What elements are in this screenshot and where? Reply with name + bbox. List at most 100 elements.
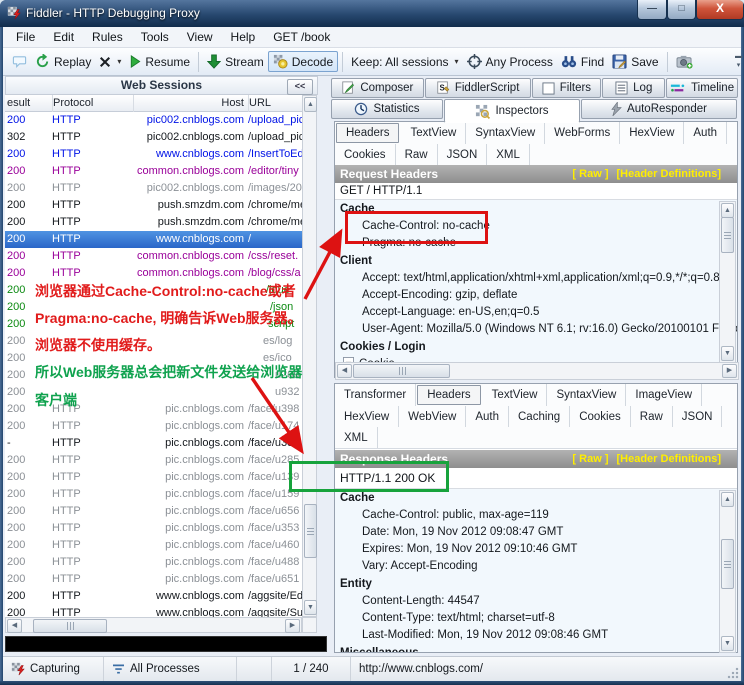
header-item[interactable]: Accept-Language: en-US,en;q=0.5	[335, 304, 737, 321]
remove-sessions-button[interactable]: ▾	[95, 54, 125, 70]
table-row[interactable]: 200HTTPpic.cnblogs.com/face/u651	[5, 571, 302, 588]
scroll-left-arrow[interactable]: ◀	[337, 364, 352, 378]
table-row[interactable]: 200HTTPwww.cnblogs.com/aggsite/Su	[5, 605, 302, 617]
header-definitions-link[interactable]: [Header Definitions]	[616, 453, 721, 465]
response-tab-transformer[interactable]: Transformer	[335, 384, 416, 406]
header-item[interactable]: User-Agent: Mozilla/5.0 (Windows NT 6.1;…	[335, 321, 737, 338]
process-filter[interactable]: All Processes	[104, 657, 237, 681]
request-tab-headers[interactable]: Headers	[336, 123, 399, 143]
column-host[interactable]: Host	[132, 95, 249, 112]
table-row[interactable]: 200HTTPpic.cnblogs.com/face/u460	[5, 537, 302, 554]
table-row[interactable]: 200HTTPcommon.cnblogs.com/blog/css/a	[5, 265, 302, 282]
request-hscrollbar[interactable]: ◀ ▶	[335, 362, 739, 380]
menu-help[interactable]: Help	[222, 28, 265, 46]
response-tab-xml[interactable]: XML	[335, 427, 378, 448]
header-item[interactable]: Accept-Encoding: gzip, deflate	[335, 287, 737, 304]
table-row[interactable]: 200HTTPpic.cnblogs.com/face/u285	[5, 452, 302, 469]
scroll-down-arrow[interactable]: ▼	[721, 346, 734, 361]
scroll-thumb[interactable]	[721, 539, 734, 589]
decode-toggle-button[interactable]: Decode	[268, 51, 338, 72]
sessions-hscrollbar[interactable]: ◀ ▶	[5, 617, 302, 633]
response-tab-raw[interactable]: Raw	[631, 406, 673, 427]
response-tab-headers[interactable]: Headers	[417, 385, 480, 405]
scroll-right-arrow[interactable]: ▶	[285, 619, 300, 633]
find-button[interactable]: Find	[557, 53, 608, 71]
raw-link[interactable]: [ Raw ]	[572, 168, 608, 180]
header-item[interactable]: Date: Mon, 19 Nov 2012 09:08:47 GMT	[335, 524, 737, 541]
scroll-up-arrow[interactable]: ▲	[304, 97, 317, 112]
column-result[interactable]: esult	[5, 95, 53, 112]
request-tab-raw[interactable]: Raw	[396, 144, 438, 165]
header-item[interactable]: Expires: Mon, 19 Nov 2012 09:10:46 GMT	[335, 541, 737, 558]
response-tab-imageview[interactable]: ImageView	[626, 384, 702, 406]
request-tab-textview[interactable]: TextView	[401, 122, 466, 144]
raw-link[interactable]: [ Raw ]	[572, 453, 608, 465]
scroll-down-arrow[interactable]: ▼	[721, 636, 734, 651]
response-tab-cookies[interactable]: Cookies	[570, 406, 631, 427]
table-row[interactable]: 200HTTPcommon.cnblogs.com/editor/tiny	[5, 163, 302, 180]
comment-button[interactable]	[8, 52, 31, 71]
tab-statistics[interactable]: Statistics	[331, 99, 443, 119]
request-tab-cookies[interactable]: Cookies	[335, 144, 396, 165]
menu-get-book[interactable]: GET /book	[264, 28, 339, 46]
response-tab-auth[interactable]: Auth	[466, 406, 509, 427]
title-bar[interactable]: Fiddler - HTTP Debugging Proxy — □ X	[0, 0, 744, 27]
stream-button[interactable]: Stream	[203, 52, 268, 71]
resize-grip[interactable]	[727, 667, 739, 679]
header-item[interactable]: Cache-Control: public, max-age=119	[335, 507, 737, 524]
request-tab-hexview[interactable]: HexView	[620, 122, 684, 144]
close-button[interactable]: X	[696, 0, 744, 20]
table-row[interactable]: 200HTTPpic.cnblogs.com/face/u139	[5, 469, 302, 486]
scroll-up-arrow[interactable]: ▲	[721, 492, 734, 507]
tab-log[interactable]: Log	[602, 78, 665, 98]
table-row[interactable]: 200HTTPwww.cnblogs.com/InsertToEd	[5, 146, 302, 163]
scroll-right-arrow[interactable]: ▶	[722, 364, 737, 378]
request-tab-webforms[interactable]: WebForms	[545, 122, 620, 144]
response-tab-syntaxview[interactable]: SyntaxView	[547, 384, 626, 406]
table-row[interactable]: 200HTTPwww.cnblogs.com/	[5, 231, 302, 248]
keep-sessions-dropdown[interactable]: Keep: All sessions▾	[347, 53, 462, 71]
sessions-vscrollbar[interactable]: ▲ ▼	[302, 95, 317, 617]
menu-rules[interactable]: Rules	[83, 28, 132, 46]
save-button[interactable]: Save	[608, 52, 662, 71]
menu-edit[interactable]: Edit	[44, 28, 83, 46]
resume-button[interactable]: Resume	[125, 53, 194, 71]
table-row[interactable]: 200HTTPpic002.cnblogs.com/upload_pic	[5, 112, 302, 129]
scroll-up-arrow[interactable]: ▲	[721, 203, 734, 218]
scroll-down-arrow[interactable]: ▼	[304, 600, 317, 615]
menu-view[interactable]: View	[178, 28, 222, 46]
session-column-header[interactable]: esult Protocol Host URL	[5, 95, 302, 112]
replay-button[interactable]: Replay	[31, 52, 95, 71]
request-tab-xml[interactable]: XML	[487, 144, 530, 165]
table-row[interactable]: 200HTTPpush.smzdm.com/chrome/me	[5, 214, 302, 231]
table-row[interactable]: 200HTTPpic.cnblogs.com/face/u174	[5, 418, 302, 435]
quickexec-input[interactable]	[5, 636, 327, 652]
header-group-client[interactable]: Client	[335, 252, 737, 270]
tab-autoresponder[interactable]: AutoResponder	[581, 99, 737, 119]
response-tab-hexview[interactable]: HexView	[335, 406, 399, 427]
response-vscrollbar[interactable]: ▲ ▼	[719, 490, 736, 653]
response-tab-caching[interactable]: Caching	[509, 406, 570, 427]
tab-timeline[interactable]: Timeline	[666, 78, 738, 98]
request-tab-auth[interactable]: Auth	[684, 122, 727, 144]
maximize-button[interactable]: □	[667, 0, 696, 20]
collapse-panel-button[interactable]: <<	[287, 79, 313, 95]
header-item[interactable]: Last-Modified: Mon, 19 Nov 2012 09:08:46…	[335, 627, 737, 644]
scroll-thumb[interactable]	[304, 504, 317, 558]
header-item[interactable]: Accept: text/html,application/xhtml+xml,…	[335, 270, 737, 287]
header-definitions-link[interactable]: [Header Definitions]	[616, 168, 721, 180]
minimize-button[interactable]: —	[637, 0, 667, 20]
menu-tools[interactable]: Tools	[132, 28, 178, 46]
column-protocol[interactable]: Protocol	[51, 95, 134, 112]
tab-filters[interactable]: Filters	[532, 78, 602, 98]
table-row[interactable]: 200HTTPcommon.cnblogs.com/css/reset.	[5, 248, 302, 265]
tab-inspectors[interactable]: Inspectors	[444, 99, 580, 123]
response-tab-json[interactable]: JSON	[673, 406, 723, 427]
request-line[interactable]: GET / HTTP/1.1	[335, 183, 737, 200]
header-item[interactable]: Vary: Accept-Encoding	[335, 558, 737, 575]
table-row[interactable]: 200HTTPpush.smzdm.com/chrome/me	[5, 197, 302, 214]
any-process-button[interactable]: Any Process	[463, 52, 557, 71]
table-row[interactable]: 302HTTPpic002.cnblogs.com/upload_pic	[5, 129, 302, 146]
header-group-miscellaneous[interactable]: Miscellaneous	[335, 644, 737, 652]
scroll-thumb[interactable]	[721, 217, 734, 253]
